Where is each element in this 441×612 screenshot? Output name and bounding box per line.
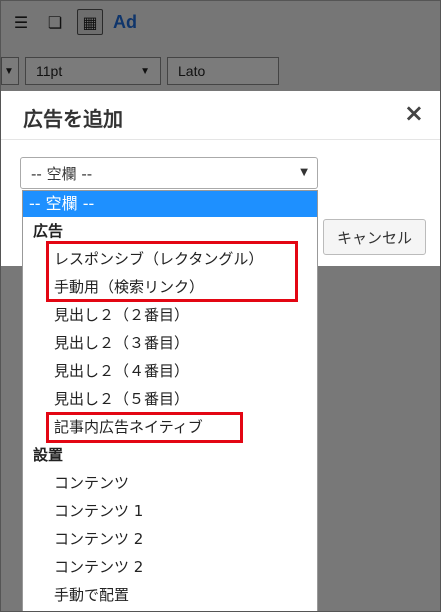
option-in-article-native[interactable]: 記事内広告ネイティブ bbox=[23, 413, 317, 441]
close-icon[interactable]: × bbox=[404, 99, 424, 127]
ad-select[interactable]: -- 空欄 -- ▼ bbox=[20, 157, 318, 189]
divider bbox=[1, 139, 440, 140]
optgroup-ads: 広告 bbox=[33, 222, 64, 240]
ad-select-value: -- 空欄 -- bbox=[31, 164, 93, 183]
option-heading2-3rd[interactable]: 見出し２（３番目） bbox=[23, 329, 317, 357]
option-heading2-4th[interactable]: 見出し２（４番目） bbox=[23, 357, 317, 385]
option-responsive-rectangle[interactable]: レスポンシブ（レクタングル） bbox=[23, 245, 317, 273]
option-heading2-5th[interactable]: 見出し２（５番目） bbox=[23, 385, 317, 413]
cancel-button[interactable]: キャンセル bbox=[323, 219, 426, 255]
option-manual-search-link[interactable]: 手動用（検索リンク） bbox=[23, 273, 317, 301]
screenshot-frame: ☰ ❏ ▦ Ad ▼ 11pt ▼ Lato 広告を追加 × -- 空欄 -- … bbox=[0, 0, 441, 612]
chevron-down-icon: ▼ bbox=[300, 167, 308, 178]
option-content-2b[interactable]: コンテンツ 2 bbox=[23, 553, 317, 581]
option-content[interactable]: コンテンツ bbox=[23, 469, 317, 497]
option-manual-placement[interactable]: 手動で配置 bbox=[23, 581, 317, 609]
optgroup-placement: 設置 bbox=[33, 446, 64, 464]
dialog-title: 広告を追加 bbox=[23, 107, 123, 131]
option-content-2[interactable]: コンテンツ 2 bbox=[23, 525, 317, 553]
ad-dropdown-list[interactable]: -- 空欄 -- 広告 レスポンシブ（レクタングル） 手動用（検索リンク） 見出… bbox=[22, 190, 318, 611]
option-heading2-2nd[interactable]: 見出し２（２番目） bbox=[23, 301, 317, 329]
option-blank[interactable]: -- 空欄 -- bbox=[23, 191, 317, 217]
option-content-1[interactable]: コンテンツ 1 bbox=[23, 497, 317, 525]
